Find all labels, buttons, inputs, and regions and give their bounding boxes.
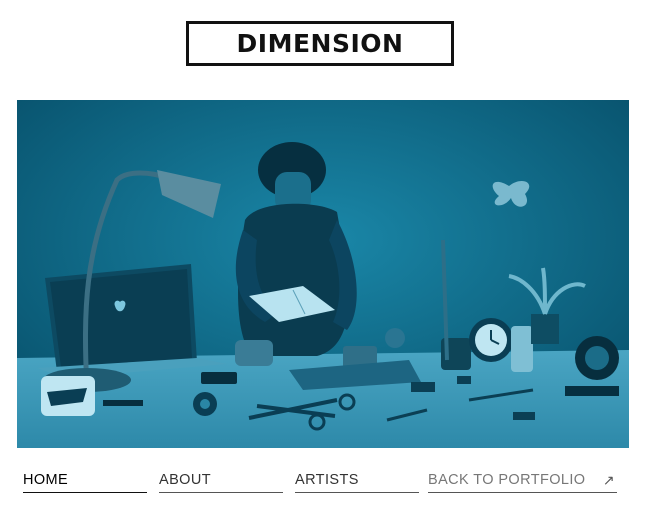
arrow-up-right-icon: ↗ xyxy=(602,472,615,488)
main-nav: HOME ABOUT ARTISTS BACK TO PORTFOLIO ↗ xyxy=(23,470,617,494)
nav-back-to-portfolio[interactable]: BACK TO PORTFOLIO ↗ xyxy=(428,470,617,493)
hero-image xyxy=(17,100,629,448)
site-logo[interactable]: DIMENSION xyxy=(186,21,454,66)
logo-text: DIMENSION xyxy=(236,29,404,58)
nav-about[interactable]: ABOUT xyxy=(159,470,283,493)
nav-home[interactable]: HOME xyxy=(23,470,147,493)
nav-artists[interactable]: ARTISTS xyxy=(295,470,419,493)
nav-back-label: BACK TO PORTFOLIO xyxy=(428,472,586,488)
